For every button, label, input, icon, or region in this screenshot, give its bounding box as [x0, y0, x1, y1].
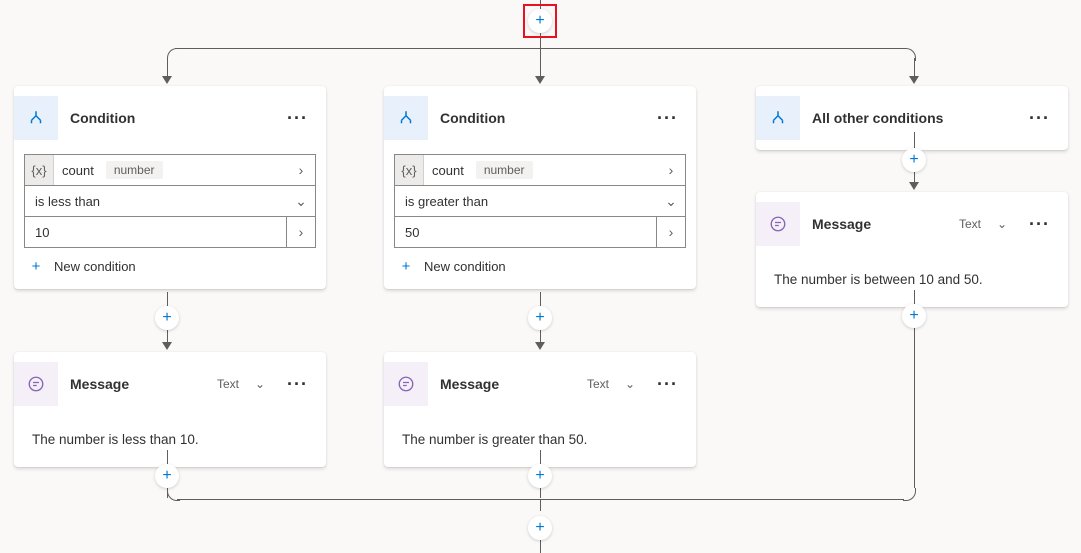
- message-body[interactable]: The number is less than 10.: [14, 416, 326, 467]
- variable-type: number: [106, 161, 163, 179]
- operator-label: is less than: [25, 194, 110, 209]
- condition-operator-select[interactable]: is greater than ⌄: [394, 186, 686, 217]
- condition-card-header: Condition ···: [14, 86, 326, 150]
- message-title: Message: [812, 216, 943, 232]
- chevron-down-icon: ⌄: [287, 193, 315, 210]
- variable-icon: {x}: [25, 155, 54, 185]
- message-menu-button[interactable]: ···: [653, 374, 682, 395]
- message-title: Message: [70, 376, 201, 392]
- condition-card-left[interactable]: Condition ··· {x} count number › is less…: [14, 86, 326, 289]
- add-condition-button[interactable]: + New condition: [394, 248, 686, 277]
- chevron-right-icon: ›: [657, 162, 685, 178]
- all-other-conditions-card[interactable]: All other conditions ···: [756, 86, 1068, 150]
- condition-operator-select[interactable]: is less than ⌄: [24, 186, 316, 217]
- message-card-right[interactable]: Message Text ⌄ ··· The number is between…: [756, 192, 1068, 307]
- message-type-label: Text: [213, 377, 243, 391]
- condition-card-middle[interactable]: Condition ··· {x} count number › is grea…: [384, 86, 696, 289]
- condition-card-header: All other conditions ···: [756, 86, 1068, 150]
- add-node-button[interactable]: +: [528, 306, 552, 330]
- branch-icon: [14, 96, 58, 140]
- variable-type: number: [476, 161, 533, 179]
- plus-icon: +: [398, 258, 414, 275]
- chat-icon: [756, 202, 800, 246]
- message-type-label: Text: [955, 217, 985, 231]
- condition-value-input[interactable]: 10 ›: [24, 217, 316, 248]
- flow-canvas: + Condition ··· {x} count number ›: [0, 0, 1081, 553]
- chevron-right-icon: ›: [287, 224, 315, 240]
- message-card-header: Message Text ⌄ ···: [756, 192, 1068, 256]
- condition-menu-button[interactable]: ···: [283, 108, 312, 129]
- chevron-down-icon[interactable]: ⌄: [255, 377, 271, 391]
- chevron-down-icon[interactable]: ⌄: [997, 217, 1013, 231]
- condition-variable-picker[interactable]: {x} count number ›: [394, 154, 686, 186]
- chevron-right-icon: ›: [287, 162, 315, 178]
- message-card-left[interactable]: Message Text ⌄ ··· The number is less th…: [14, 352, 326, 467]
- variable-name: count: [424, 163, 472, 178]
- condition-title: Condition: [440, 110, 641, 126]
- add-node-button[interactable]: +: [528, 464, 552, 488]
- add-condition-label: New condition: [54, 259, 136, 274]
- message-menu-button[interactable]: ···: [283, 374, 312, 395]
- chevron-right-icon: ›: [657, 224, 685, 240]
- chevron-down-icon: ⌄: [657, 193, 685, 210]
- variable-icon: {x}: [395, 155, 424, 185]
- condition-menu-button[interactable]: ···: [1025, 108, 1054, 129]
- chevron-down-icon[interactable]: ⌄: [625, 377, 641, 391]
- message-body[interactable]: The number is between 10 and 50.: [756, 256, 1068, 307]
- condition-value-input[interactable]: 50 ›: [394, 217, 686, 248]
- add-node-button[interactable]: +: [902, 304, 926, 328]
- variable-name: count: [54, 163, 102, 178]
- message-title: Message: [440, 376, 571, 392]
- chat-icon: [384, 362, 428, 406]
- add-node-button[interactable]: +: [902, 148, 926, 172]
- message-card-header: Message Text ⌄ ···: [14, 352, 326, 416]
- message-card-header: Message Text ⌄ ···: [384, 352, 696, 416]
- plus-icon: +: [28, 258, 44, 275]
- chat-icon: [14, 362, 58, 406]
- add-node-bottom-button[interactable]: +: [528, 516, 552, 540]
- branch-icon: [756, 96, 800, 140]
- branch-icon: [384, 96, 428, 140]
- add-node-button[interactable]: +: [155, 464, 179, 488]
- add-node-button[interactable]: +: [155, 306, 179, 330]
- add-node-top-button[interactable]: +: [528, 9, 552, 33]
- condition-card-header: Condition ···: [384, 86, 696, 150]
- message-menu-button[interactable]: ···: [1025, 214, 1054, 235]
- value-text: 10: [25, 225, 59, 240]
- add-condition-label: New condition: [424, 259, 506, 274]
- operator-label: is greater than: [395, 194, 498, 209]
- add-condition-button[interactable]: + New condition: [24, 248, 316, 277]
- condition-title: Condition: [70, 110, 271, 126]
- message-type-label: Text: [583, 377, 613, 391]
- condition-title: All other conditions: [812, 110, 1013, 126]
- condition-variable-picker[interactable]: {x} count number ›: [24, 154, 316, 186]
- condition-menu-button[interactable]: ···: [653, 108, 682, 129]
- value-text: 50: [395, 225, 429, 240]
